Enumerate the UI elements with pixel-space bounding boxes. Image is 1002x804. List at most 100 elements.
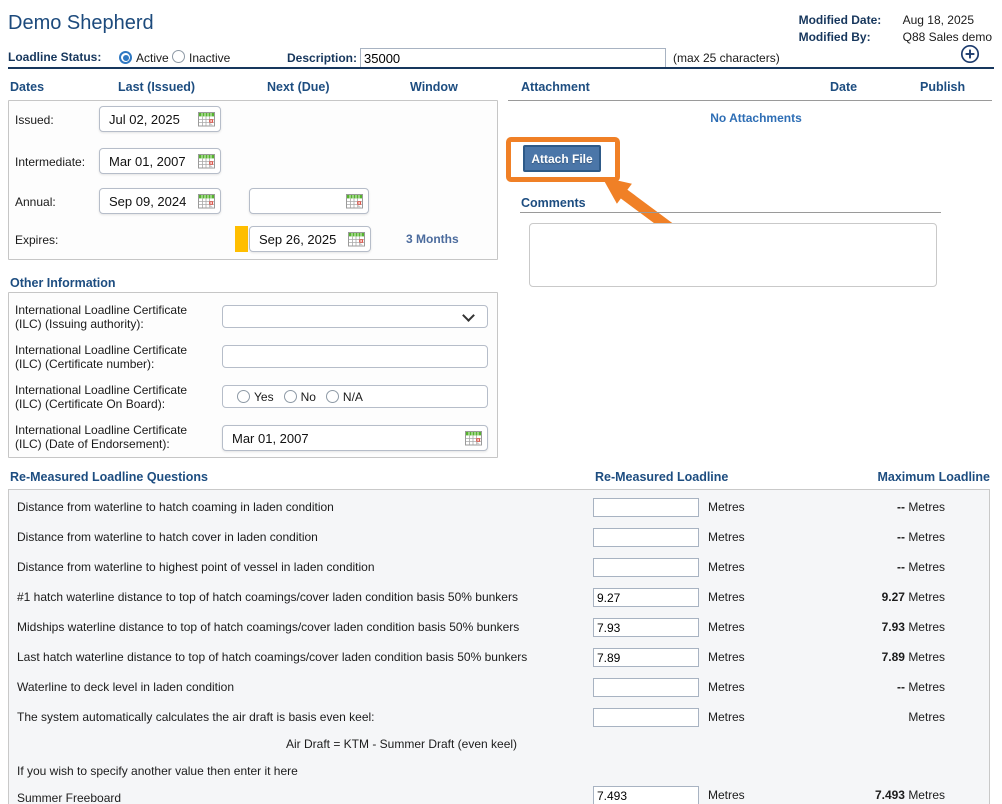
question-text: Midships waterline distance to top of ha… [17,620,519,634]
radio-no[interactable] [284,390,297,403]
max-loadline-cell: -- Metres [709,500,945,514]
issued-date-value: Jul 02, 2025 [109,112,180,127]
modified-by-label: Modified By: [799,30,895,44]
modified-date-value: Aug 18, 2025 [903,13,992,27]
max-loadline-cell: -- Metres [709,530,945,544]
dates-box: Issued: Jul 02, 2025 Intermediate: Mar 0… [8,100,498,260]
ilc-certificate-on-board-label: International Loadline Certificate(ILC) … [15,383,187,411]
ilc-certificate-number-input[interactable] [222,345,488,368]
remeasured-title: Re-Measured Loadline Questions [10,470,208,484]
col-next-due: Next (Due) [267,80,330,94]
ilc-date-of-endorsement-value: Mar 01, 2007 [232,431,309,446]
calendar-icon[interactable] [198,153,216,169]
remeasured-input[interactable] [593,678,699,697]
col-maximum-loadline: Maximum Loadline [740,470,990,484]
calendar-icon[interactable] [346,193,364,209]
issued-label: Issued: [15,113,54,127]
expires-window-value: 3 Months [406,232,459,246]
description-input[interactable] [360,48,666,68]
question-text: Distance from waterline to hatch cover i… [17,530,318,544]
other-info-box: International Loadline Certificate(ILC) … [8,292,498,458]
modified-info: Modified Date: Aug 18, 2025 Modified By:… [700,13,992,44]
max-loadline-cell: -- Metres [709,560,945,574]
remeasured-input[interactable] [593,528,699,547]
intermediate-date-field[interactable]: Mar 01, 2007 [99,148,221,174]
max-loadline-cell: 9.27 Metres [709,590,945,604]
question-text: Waterline to deck level in laden conditi… [17,680,234,694]
calendar-icon[interactable] [465,430,483,446]
max-loadline-cell: Metres [709,710,945,724]
modified-date-label: Modified Date: [799,13,895,27]
col-remeasured-loadline: Re-Measured Loadline [595,470,728,484]
radio-na[interactable] [326,390,339,403]
col-attachment-date: Date [830,80,857,94]
calendar-icon[interactable] [198,193,216,209]
expires-date-value: Sep 26, 2025 [259,232,336,247]
question-text: Summer Freeboard [17,791,121,804]
question-text: Last hatch waterline distance to top of … [17,650,527,664]
max-loadline-cell: -- Metres [709,680,945,694]
expires-warning-flag [235,226,248,252]
loadline-status-label: Loadline Status: [8,50,101,64]
radio-yes[interactable] [237,390,250,403]
modified-by-value: Q88 Sales demo [903,30,992,44]
annual-date-value: Sep 09, 2024 [109,194,186,209]
max-loadline-cell: 7.493 Metres [709,788,945,802]
calendar-icon[interactable] [348,231,366,247]
annual-label: Annual: [15,195,56,209]
add-attachment-icon[interactable] [960,44,980,64]
header-divider [8,67,994,69]
calendar-icon[interactable] [198,111,216,127]
expires-label: Expires: [15,233,58,247]
max-loadline-cell: 7.93 Metres [709,620,945,634]
issued-date-field[interactable]: Jul 02, 2025 [99,106,221,132]
radio-na-label: N/A [343,390,363,404]
comments-title: Comments [521,196,586,210]
remeasured-input[interactable] [593,558,699,577]
expires-date-field[interactable]: Sep 26, 2025 [249,226,371,252]
description-hint: (max 25 characters) [673,51,780,65]
radio-yes-label: Yes [254,390,274,404]
ilc-certificate-on-board-group: Yes No N/A [222,385,488,408]
radio-active[interactable] [119,51,132,64]
intermediate-date-value: Mar 01, 2007 [109,154,186,169]
max-loadline-cell: 7.89 Metres [709,650,945,664]
question-text: Distance from waterline to highest point… [17,560,375,574]
annual-next-date-field[interactable] [249,188,369,214]
no-attachments-text: No Attachments [520,111,992,125]
question-text: The system automatically calculates the … [17,710,375,724]
other-info-title: Other Information [10,276,116,290]
loadline-detail-page: Demo Shepherd Modified Date: Aug 18, 202… [0,0,1002,804]
comments-divider [520,212,941,213]
col-dates: Dates [10,80,44,94]
remeasured-input[interactable] [593,786,699,804]
remeasured-input[interactable] [593,498,699,517]
question-text: Distance from waterline to hatch coaming… [17,500,334,514]
page-title: Demo Shepherd [8,12,154,35]
col-attachment: Attachment [521,80,590,94]
remeasured-input[interactable] [593,648,699,667]
radio-inactive-label: Inactive [189,51,230,65]
air-draft-formula-note: Air Draft = KTM - Summer Draft (even kee… [286,737,517,751]
description-label: Description: [287,51,357,65]
radio-inactive[interactable] [172,50,185,63]
chevron-down-icon [462,309,475,322]
ilc-date-of-endorsement-field[interactable]: Mar 01, 2007 [222,425,488,451]
ilc-issuing-authority-label: International Loadline Certificate(ILC) … [15,303,187,331]
remeasured-input[interactable] [593,618,699,637]
col-attachment-publish: Publish [920,80,965,94]
col-last-issued: Last (Issued) [118,80,195,94]
annual-date-field[interactable]: Sep 09, 2024 [99,188,221,214]
intermediate-label: Intermediate: [15,155,85,169]
comments-textarea[interactable] [529,223,937,287]
ilc-date-of-endorsement-label: International Loadline Certificate(ILC) … [15,423,187,451]
ilc-certificate-number-label: International Loadline Certificate(ILC) … [15,343,187,371]
attachment-divider [508,100,992,101]
question-text: #1 hatch waterline distance to top of ha… [17,590,518,604]
remeasured-table: Distance from waterline to hatch coaming… [8,489,990,804]
remeasured-input[interactable] [593,708,699,727]
ilc-issuing-authority-select[interactable] [222,305,488,328]
remeasured-input[interactable] [593,588,699,607]
radio-no-label: No [301,390,316,404]
question-text: If you wish to specify another value the… [17,764,298,778]
